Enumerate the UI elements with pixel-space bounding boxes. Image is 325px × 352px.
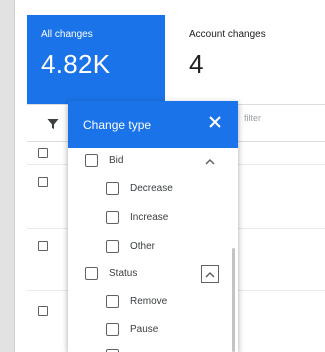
row-checkbox[interactable] <box>38 306 48 316</box>
checkbox[interactable] <box>106 322 119 336</box>
filter-icon[interactable] <box>47 117 59 135</box>
option-partial[interactable] <box>106 346 130 352</box>
option-label: Remove <box>130 295 168 307</box>
panel-title: Change type <box>83 118 152 132</box>
checkbox[interactable] <box>85 266 98 280</box>
option-label: Other <box>130 240 156 252</box>
page-edge <box>0 0 14 352</box>
option-decrease[interactable]: Decrease <box>106 179 173 197</box>
row-checkbox[interactable] <box>38 177 48 187</box>
option-remove[interactable]: Remove <box>106 292 167 310</box>
checkbox[interactable] <box>106 181 119 195</box>
row-checkbox[interactable] <box>38 241 48 251</box>
option-label: Increase <box>130 211 169 223</box>
scorecard-value: 4.82K <box>41 49 111 79</box>
checkbox[interactable] <box>106 239 119 253</box>
page-edge-divider <box>14 0 15 352</box>
option-other[interactable]: Other <box>106 237 155 255</box>
option-pause[interactable]: Pause <box>106 320 158 338</box>
scorecard-account-changes[interactable]: Account changes 4 <box>175 15 325 105</box>
add-filter-link[interactable]: filter <box>244 113 261 123</box>
option-label: Decrease <box>130 182 173 194</box>
panel-scrollbar[interactable] <box>232 248 235 352</box>
option-bid[interactable]: Bid <box>85 151 123 169</box>
chevron-up-icon[interactable] <box>201 152 219 170</box>
option-label: Pause <box>130 323 159 335</box>
option-increase[interactable]: Increase <box>106 208 168 226</box>
checkbox[interactable] <box>106 294 119 308</box>
change-type-filter-panel: Change type Bid Decrease Increase Other … <box>68 101 238 352</box>
option-label: Status <box>109 267 138 279</box>
scorecard-all-changes[interactable]: All changes 4.82K <box>27 15 165 105</box>
close-icon[interactable] <box>208 115 222 129</box>
chevron-up-icon[interactable] <box>201 265 219 283</box>
panel-header: Change type <box>68 101 238 148</box>
scorecard-value: 4 <box>189 49 204 79</box>
checkbox[interactable] <box>85 153 98 167</box>
select-all-checkbox[interactable] <box>38 148 48 158</box>
checkbox[interactable] <box>106 348 119 352</box>
option-status[interactable]: Status <box>85 264 137 282</box>
scorecard-label: All changes <box>41 29 93 40</box>
option-label: Bid <box>109 154 124 166</box>
checkbox[interactable] <box>106 210 119 224</box>
scorecard-label: Account changes <box>189 29 266 40</box>
